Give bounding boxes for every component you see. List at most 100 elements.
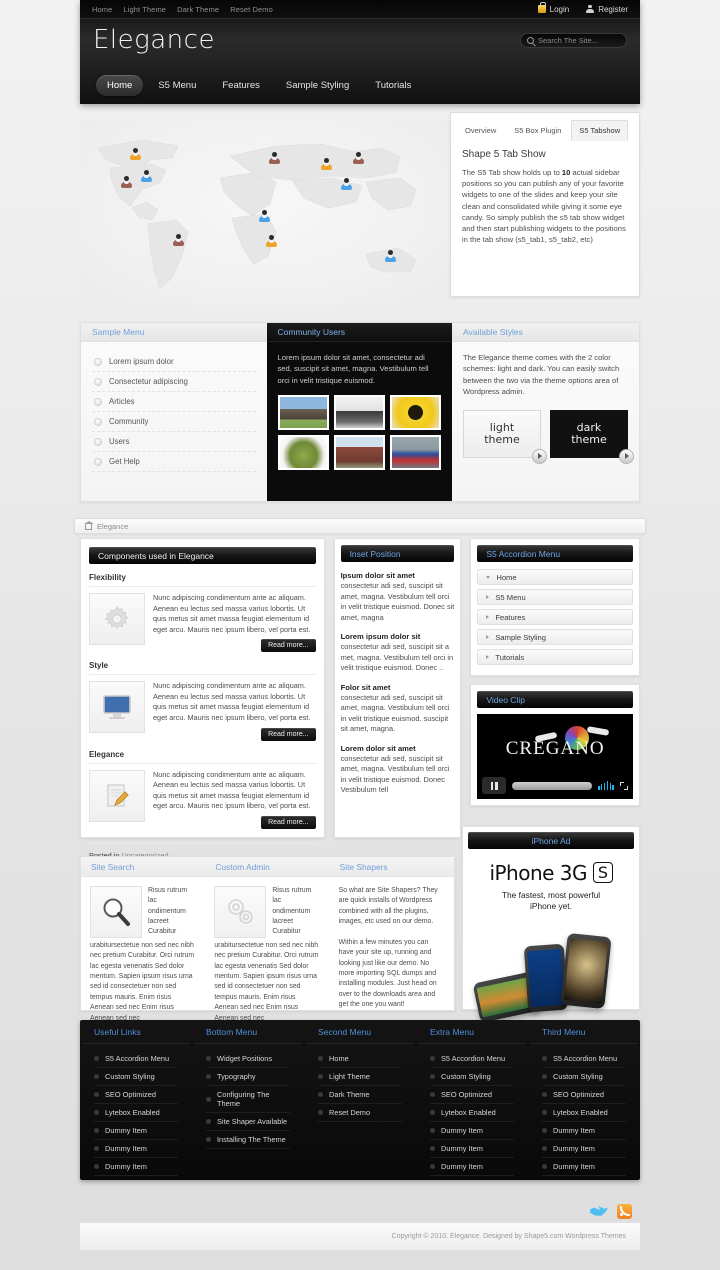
- list-item[interactable]: S5 Accordion Menu: [430, 1050, 514, 1068]
- twitter-icon[interactable]: [590, 1205, 608, 1219]
- thumb-sunflower-photo[interactable]: [389, 395, 441, 431]
- read-more-button[interactable]: Read more...: [261, 727, 316, 741]
- nav-item-sample-styling[interactable]: Sample Styling: [275, 75, 360, 96]
- list-item-label: Typography: [217, 1072, 256, 1081]
- video-screen[interactable]: CREGANO: [477, 714, 634, 799]
- register-button[interactable]: Register: [585, 4, 628, 14]
- list-item[interactable]: Dummy Item: [94, 1140, 178, 1158]
- list-item[interactable]: Lorem ipsum dolor: [92, 352, 256, 372]
- pause-button[interactable]: [482, 777, 507, 794]
- home-icon[interactable]: [84, 520, 95, 530]
- map-pin[interactable]: [265, 235, 278, 248]
- list-item[interactable]: Reset Demo: [318, 1104, 402, 1122]
- light-theme-preview[interactable]: light theme: [463, 409, 547, 464]
- accordion-item-tutorials[interactable]: Tutorials: [477, 649, 634, 665]
- list-item[interactable]: Custom Styling: [94, 1068, 178, 1086]
- list-item[interactable]: Lytebox Enabled: [94, 1104, 178, 1122]
- play-icon[interactable]: [532, 448, 547, 464]
- rss-icon[interactable]: [617, 1204, 632, 1219]
- accordion-item-home[interactable]: Home: [477, 569, 634, 585]
- list-item[interactable]: Dummy Item: [542, 1122, 626, 1140]
- list-item[interactable]: Dummy Item: [430, 1140, 514, 1158]
- list-item[interactable]: Widget Positions: [206, 1050, 290, 1068]
- thumb-pickup-truck-photo[interactable]: [333, 395, 385, 431]
- accordion-item-features[interactable]: Features: [477, 609, 634, 625]
- list-item[interactable]: Community: [92, 412, 256, 432]
- list-item[interactable]: Dummy Item: [430, 1122, 514, 1140]
- utility-topbar: Home Light Theme Dark Theme Reset Demo L…: [80, 0, 640, 19]
- tab-s5-box-plugin[interactable]: S5 Box Plugin: [506, 120, 569, 141]
- thumb-cow-photo[interactable]: [277, 395, 329, 431]
- map-pin[interactable]: [352, 152, 365, 165]
- list-item[interactable]: Dark Theme: [318, 1086, 402, 1104]
- site-logo[interactable]: Elegance: [93, 25, 215, 55]
- login-button[interactable]: Login: [537, 2, 569, 14]
- list-item[interactable]: Users: [92, 432, 256, 452]
- accordion-item-sample-styling[interactable]: Sample Styling: [477, 629, 634, 645]
- thumb-frog-photo[interactable]: [277, 435, 329, 471]
- map-pin[interactable]: [129, 148, 142, 161]
- nav-item-tutorials[interactable]: Tutorials: [364, 75, 422, 96]
- list-item[interactable]: Home: [318, 1050, 402, 1068]
- nav-item-home[interactable]: Home: [96, 74, 144, 96]
- list-item[interactable]: Configuring The Theme: [206, 1086, 290, 1113]
- map-pin[interactable]: [172, 234, 185, 247]
- list-item[interactable]: Articles: [92, 392, 256, 412]
- inset-position-column: Inset Position Ipsum dolor sit amet cons…: [333, 538, 462, 838]
- map-pin[interactable]: [320, 158, 333, 171]
- thumb-brick-building-photo[interactable]: [333, 435, 385, 471]
- iphone-ad-widget[interactable]: iPhone Ad iPhone 3G S The fastest, most …: [462, 826, 640, 1021]
- read-more-button[interactable]: Read more...: [261, 639, 316, 653]
- map-pin[interactable]: [384, 250, 397, 263]
- volume-equalizer-icon[interactable]: [597, 781, 615, 790]
- search-input[interactable]: [538, 36, 620, 45]
- read-more-button[interactable]: Read more...: [261, 815, 316, 829]
- user-icon: [585, 4, 594, 14]
- topbar-link-reset-demo[interactable]: Reset Demo: [230, 5, 273, 14]
- video-progress-bar[interactable]: [512, 781, 592, 790]
- list-item[interactable]: Dummy Item: [94, 1122, 178, 1140]
- list-item[interactable]: Consectetur adipiscing: [92, 372, 256, 392]
- dark-theme-preview[interactable]: dark theme: [550, 409, 634, 464]
- bullet-icon: [94, 1056, 99, 1061]
- nav-item-s5-menu[interactable]: S5 Menu: [147, 75, 207, 96]
- fullscreen-icon[interactable]: [620, 781, 629, 790]
- list-item[interactable]: SEO Optimized: [430, 1086, 514, 1104]
- play-icon[interactable]: [619, 448, 634, 464]
- bullet-icon: [542, 1074, 547, 1079]
- search-box[interactable]: [520, 33, 627, 48]
- list-item[interactable]: Custom Styling: [542, 1068, 626, 1086]
- list-item[interactable]: Get Help: [92, 452, 256, 472]
- accordion-item-s5-menu[interactable]: S5 Menu: [477, 589, 634, 605]
- map-pin[interactable]: [258, 210, 271, 223]
- list-item[interactable]: Dummy Item: [430, 1158, 514, 1176]
- list-item[interactable]: Custom Styling: [430, 1068, 514, 1086]
- list-item[interactable]: Dummy Item: [542, 1158, 626, 1176]
- list-item[interactable]: Lytebox Enabled: [542, 1104, 626, 1122]
- map-pin[interactable]: [268, 152, 281, 165]
- tab-s5-tabshow[interactable]: S5 Tabshow: [571, 120, 629, 141]
- list-item[interactable]: Site Shaper Available: [206, 1113, 290, 1131]
- list-item[interactable]: Lytebox Enabled: [430, 1104, 514, 1122]
- map-pin[interactable]: [340, 178, 353, 191]
- list-item[interactable]: Light Theme: [318, 1068, 402, 1086]
- footer-link-list: S5 Accordion Menu Custom Styling SEO Opt…: [82, 1044, 190, 1176]
- list-item[interactable]: SEO Optimized: [94, 1086, 178, 1104]
- tab-overview[interactable]: Overview: [457, 120, 504, 141]
- topbar-link-light-theme[interactable]: Light Theme: [123, 5, 166, 14]
- list-item[interactable]: S5 Accordion Menu: [542, 1050, 626, 1068]
- list-item[interactable]: Dummy Item: [94, 1158, 178, 1176]
- thumb-motorcycle-racing-photo[interactable]: [389, 435, 441, 471]
- topbar-link-home[interactable]: Home: [92, 5, 112, 14]
- list-item[interactable]: SEO Optimized: [542, 1086, 626, 1104]
- list-item[interactable]: Typography: [206, 1068, 290, 1086]
- topbar-link-dark-theme[interactable]: Dark Theme: [177, 5, 219, 14]
- list-item-label: SEO Optimized: [441, 1090, 492, 1099]
- list-item[interactable]: Dummy Item: [542, 1140, 626, 1158]
- list-item[interactable]: Installing The Theme: [206, 1131, 290, 1149]
- nav-item-features[interactable]: Features: [211, 75, 271, 96]
- map-pin[interactable]: [140, 170, 153, 183]
- inset-item-heading: Lorem ipsum dolor sit: [340, 632, 421, 642]
- map-pin[interactable]: [120, 176, 133, 189]
- list-item[interactable]: S5 Accordion Menu: [94, 1050, 178, 1068]
